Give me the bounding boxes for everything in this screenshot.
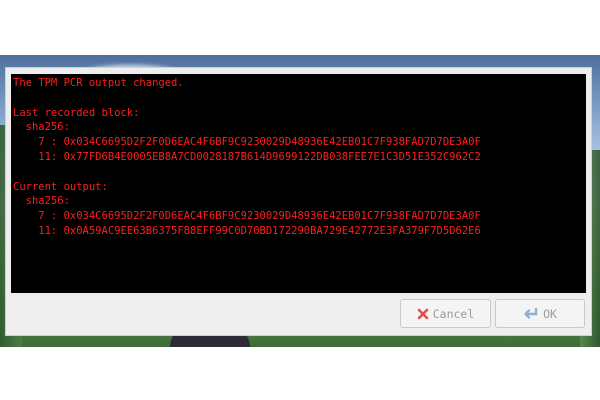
cancel-button-label: Cancel [432,306,475,321]
terminal-line: The TPM PCR output changed. [13,77,184,89]
return-arrow-icon [523,307,539,320]
ok-button-label: OK [543,306,557,321]
terminal-line: sha256: [13,195,70,208]
terminal-line: Current output: [13,180,108,193]
cancel-button[interactable]: Cancel [400,299,491,328]
terminal-line: Last recorded block: [13,106,140,119]
terminal-line: sha256: [13,121,70,134]
ok-button[interactable]: OK [495,299,585,328]
terminal-line: 7 : 0x034C6695D2F2F0D6EAC4F6BF9C9230029D… [13,136,481,149]
terminal-line: 11: 0x77FD6B4E0005EB8A7CD0028187B614D969… [13,150,481,163]
x-cross-icon [417,308,429,320]
terminal-line: 7 : 0x034C6695D2F2F0D6EAC4F6BF9C9230029D… [13,210,481,223]
pcr-output-text-area[interactable]: The TPM PCR output changed. Last recorde… [11,74,586,293]
terminal-line: 11: 0x0A59AC9EE63B6375F88EFF99C0D70BD172… [13,224,481,237]
tpm-pcr-dialog: The TPM PCR output changed. Last recorde… [5,67,592,336]
